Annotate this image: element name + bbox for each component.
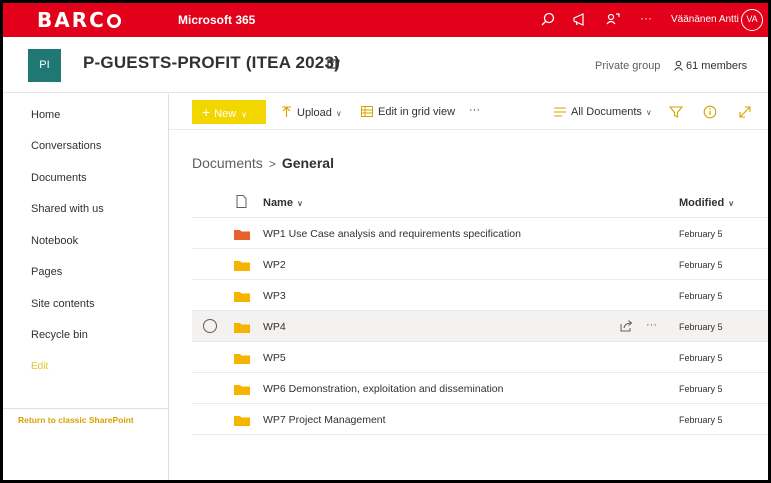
members-button[interactable]: 61 members [673,60,747,72]
brand-text: BARC [37,8,106,32]
breadcrumb-separator: > [268,157,276,171]
folder-icon [234,261,250,271]
view-selector[interactable]: All Documents ∨ [554,106,652,118]
select-row-radio[interactable] [203,319,217,333]
item-name[interactable]: WP7 Project Management [263,414,386,426]
item-modified: February 5 [679,322,723,332]
list-item[interactable]: WP2 February 5 [192,249,768,280]
item-name[interactable]: WP1 Use Case analysis and requirements s… [263,228,521,240]
upload-button[interactable]: Upload ∨ [281,106,342,119]
item-modified: February 5 [679,291,723,301]
search-icon[interactable] [538,10,558,30]
list-item[interactable]: WP5 February 5 [192,342,768,373]
list-item-hovered[interactable]: WP4 ··· February 5 [192,311,768,342]
file-type-icon[interactable] [236,195,247,208]
chevron-down-icon: ∨ [296,199,303,208]
list-item[interactable]: WP7 Project Management February 5 [192,404,768,435]
grid-icon [361,106,373,117]
logo-ring-icon [106,14,121,28]
command-bar: + New ∨ Upload ∨ Edit in grid view ··· All … [169,94,768,130]
chevron-down-icon: ∨ [335,109,342,118]
list-item[interactable]: WP3 February 5 [192,280,768,311]
more-commands-button[interactable]: ··· [469,104,480,116]
user-name: Väänänen Antti [671,14,739,25]
new-button-label: New [214,108,237,120]
nav-item-conversations[interactable]: Conversations [31,140,101,152]
members-count: 61 members [686,60,748,72]
item-name[interactable]: WP4 [263,321,286,333]
site-title[interactable]: P-GUESTS-PROFIT (ITEA 2023) [83,53,340,73]
list-item[interactable]: WP1 Use Case analysis and requirements s… [192,218,768,249]
upload-icon [282,106,291,117]
teams-icon[interactable] [327,57,341,71]
column-name-label: Name [263,197,293,209]
folder-icon [234,323,250,333]
list-item[interactable]: WP6 Demonstration, exploitation and diss… [192,373,768,404]
column-modified-label: Modified [679,197,725,209]
chevron-down-icon: ∨ [241,110,248,119]
share-icon[interactable] [620,320,633,332]
nav-item-site-contents[interactable]: Site contents [31,298,95,310]
item-modified: February 5 [679,384,723,394]
column-header-name[interactable]: Name ∨ [263,197,303,209]
chevron-down-icon: ∨ [645,108,652,117]
item-modified: February 5 [679,415,723,425]
app-launcher-title[interactable]: Microsoft 365 [178,13,255,27]
nav-item-documents[interactable]: Documents [31,172,87,184]
suite-bar: BARC Microsoft 365 ··· Väänänen Antti VA [3,3,768,37]
document-library-list: Name ∨ Modified ∨ WP1 Use Case analysis an… [192,186,768,435]
nav-item-home[interactable]: Home [31,109,60,121]
list-view-icon [554,107,566,117]
new-button[interactable]: + New ∨ [192,100,266,124]
more-options-icon[interactable]: ··· [640,11,660,31]
return-to-classic-link[interactable]: Return to classic SharePoint [18,415,134,425]
chevron-down-icon: ∨ [728,199,735,208]
app-window: BARC Microsoft 365 ··· Väänänen Antti VA… [3,3,768,480]
item-modified: February 5 [679,229,723,239]
breadcrumb: Documents > General [192,155,334,171]
nav-item-notebook[interactable]: Notebook [31,235,78,247]
column-header-modified[interactable]: Modified ∨ [679,197,734,209]
nav-item-shared-with-us[interactable]: Shared with us [31,203,104,215]
upload-label: Upload [297,107,332,119]
folder-icon [234,230,250,240]
edit-grid-view-button[interactable]: Edit in grid view [361,106,455,118]
item-name[interactable]: WP6 Demonstration, exploitation and diss… [263,383,503,395]
nav-item-recycle-bin[interactable]: Recycle bin [31,329,88,341]
folder-icon [234,354,250,364]
edit-grid-view-label: Edit in grid view [378,106,456,118]
barco-logo[interactable]: BARC [37,8,121,32]
nav-edit-link[interactable]: Edit [31,361,48,372]
item-name[interactable]: WP5 [263,352,286,364]
filter-icon[interactable] [669,105,683,119]
site-logo-tile[interactable]: PI [28,49,61,82]
site-header: PI P-GUESTS-PROFIT (ITEA 2023) Private g… [3,37,768,93]
breadcrumb-documents[interactable]: Documents [192,155,263,171]
avatar[interactable]: VA [741,9,763,31]
privacy-label: Private group [595,60,661,72]
nav-divider [3,408,169,409]
nav-item-pages[interactable]: Pages [31,266,62,278]
row-more-options-icon[interactable]: ··· [646,319,657,331]
item-name[interactable]: WP3 [263,290,286,302]
item-name[interactable]: WP2 [263,259,286,271]
person-icon [674,60,683,71]
share-people-icon[interactable] [603,10,623,30]
expand-icon[interactable] [738,105,752,119]
info-icon[interactable] [703,105,717,119]
view-selector-label: All Documents [571,106,642,118]
item-modified: February 5 [679,353,723,363]
folder-icon [234,385,250,395]
left-navigation: Home Conversations Documents Shared with… [3,94,169,480]
plus-icon: + [202,104,211,120]
megaphone-icon[interactable] [570,10,590,30]
folder-icon [234,416,250,426]
folder-icon [234,292,250,302]
list-header: Name ∨ Modified ∨ [192,186,768,218]
breadcrumb-current: General [281,155,334,171]
item-modified: February 5 [679,260,723,270]
